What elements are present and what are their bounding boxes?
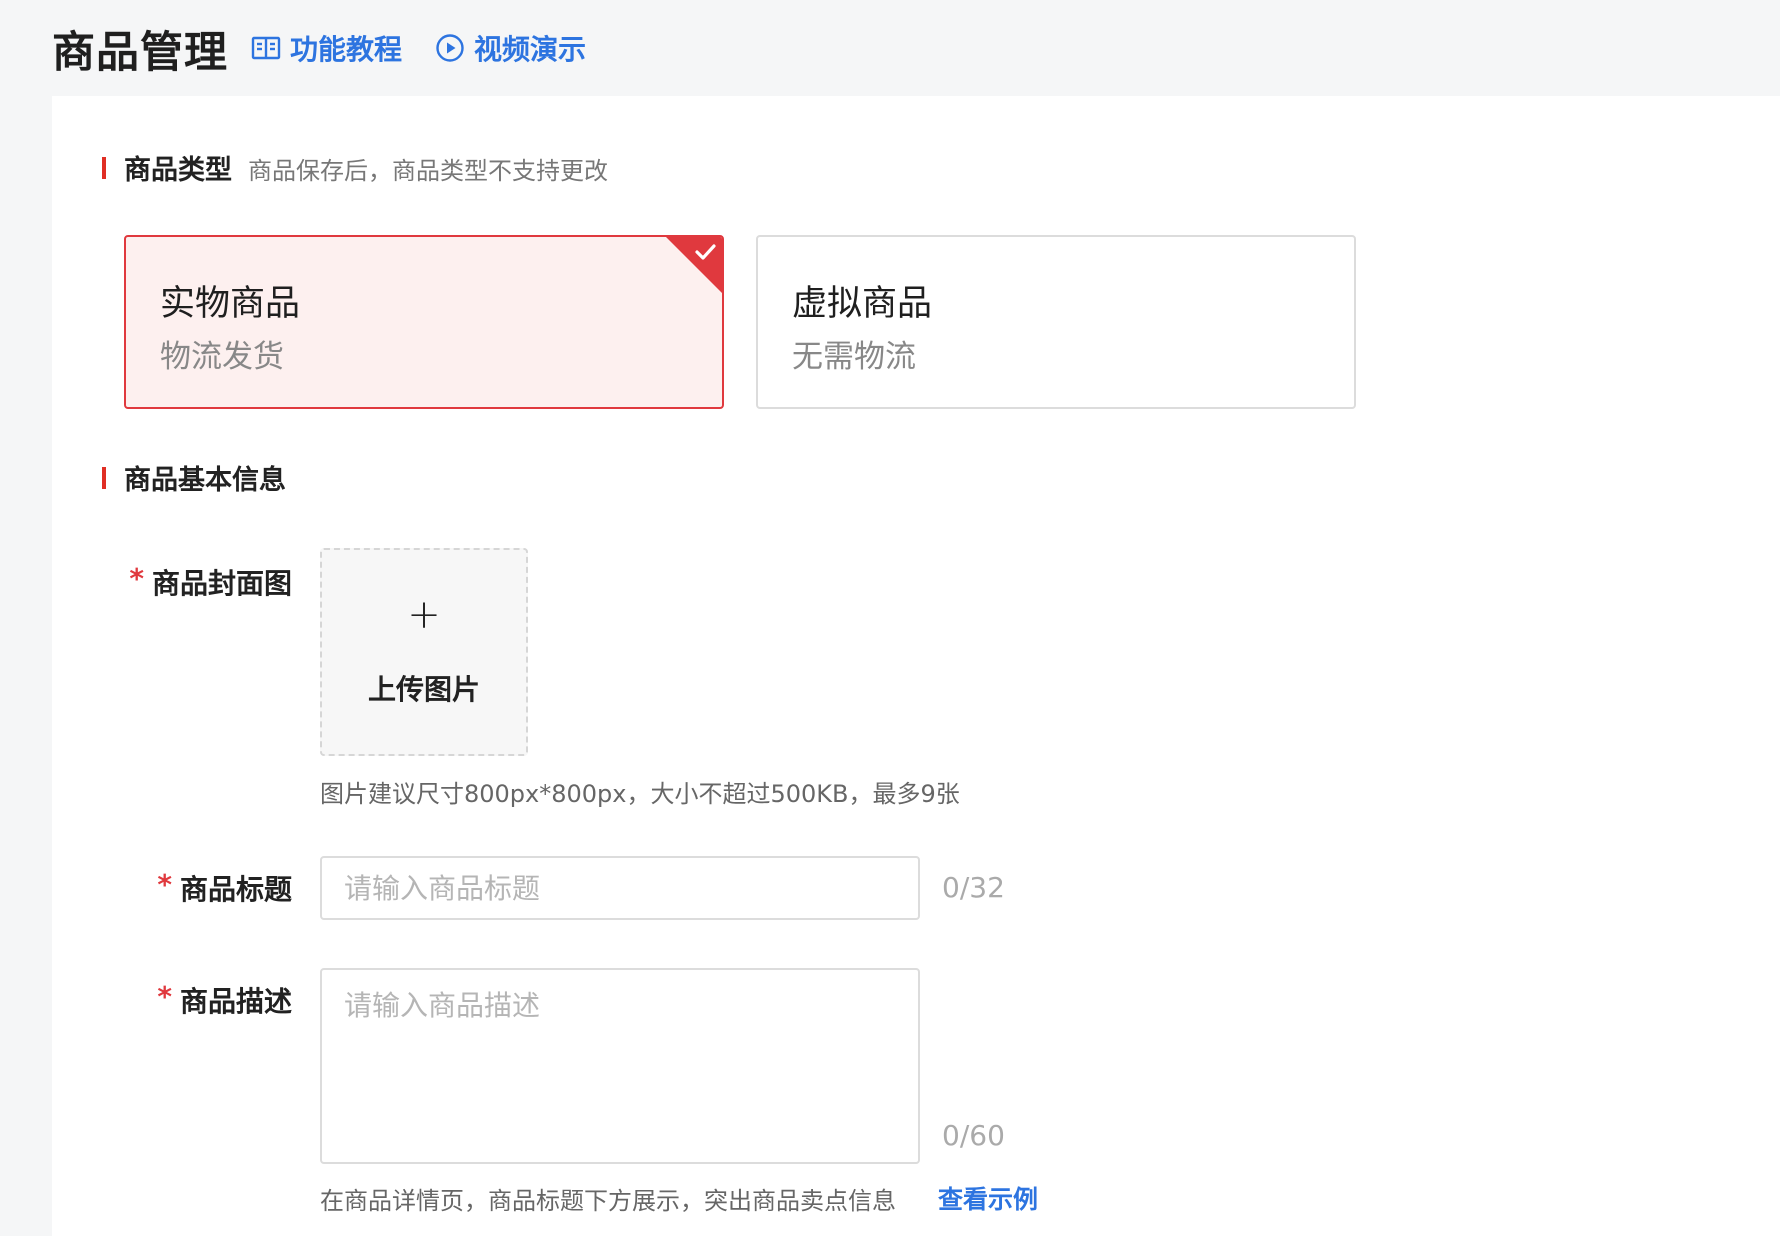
required-mark: * bbox=[157, 980, 172, 1013]
plus-icon: + bbox=[407, 592, 441, 638]
top-bar: 商品管理 功能教程 视频演示 bbox=[0, 0, 1780, 96]
section-basic-info: 商品基本信息 bbox=[102, 458, 286, 497]
required-mark: * bbox=[157, 868, 172, 901]
tutorial-label: 功能教程 bbox=[290, 33, 403, 66]
view-example-link[interactable]: 查看示例 bbox=[938, 1180, 1038, 1216]
play-circle-icon bbox=[436, 34, 464, 62]
form-card: 商品类型 商品保存后，商品类型不支持更改 实物商品 物流发货 虚拟商品 无需物流… bbox=[52, 96, 1780, 1236]
video-demo-label: 视频演示 bbox=[474, 33, 587, 66]
title-label-text: 商品标题 bbox=[179, 873, 292, 906]
section-marker bbox=[102, 156, 106, 179]
upload-hint: 图片建议尺寸800px*800px，大小不超过500KB，最多9张 bbox=[320, 780, 960, 808]
upload-image-button[interactable]: + 上传图片 bbox=[320, 548, 528, 756]
video-demo-link[interactable]: 视频演示 bbox=[434, 28, 586, 68]
type-option-desc: 无需物流 bbox=[792, 339, 916, 375]
required-mark: * bbox=[129, 562, 144, 595]
section-product-type: 商品类型 商品保存后，商品类型不支持更改 bbox=[102, 148, 608, 187]
page-title: 商品管理 bbox=[52, 28, 228, 78]
type-option-desc: 物流发货 bbox=[160, 339, 284, 375]
section-title: 商品基本信息 bbox=[124, 465, 286, 496]
type-option-virtual[interactable]: 虚拟商品 无需物流 bbox=[756, 235, 1356, 409]
type-option-name: 实物商品 bbox=[160, 284, 301, 324]
product-desc-label: * 商品描述 bbox=[52, 980, 292, 1020]
product-title-input[interactable] bbox=[320, 856, 920, 920]
desc-char-counter: 0/60 bbox=[942, 1119, 1005, 1152]
product-title-label: * 商品标题 bbox=[52, 868, 292, 908]
section-note: 商品保存后，商品类型不支持更改 bbox=[248, 157, 608, 185]
section-marker bbox=[102, 466, 106, 489]
cover-image-label: * 商品封面图 bbox=[52, 562, 292, 602]
product-desc-textarea[interactable] bbox=[320, 968, 920, 1164]
desc-hint: 在商品详情页，商品标题下方展示，突出商品卖点信息 bbox=[320, 1187, 896, 1215]
book-icon bbox=[251, 36, 281, 60]
check-icon bbox=[695, 244, 716, 260]
type-option-physical[interactable]: 实物商品 物流发货 bbox=[124, 235, 724, 409]
section-title: 商品类型 bbox=[124, 155, 232, 186]
title-char-counter: 0/32 bbox=[942, 871, 1005, 904]
tutorial-link[interactable]: 功能教程 bbox=[250, 28, 402, 68]
cover-label-text: 商品封面图 bbox=[151, 567, 292, 600]
desc-label-text: 商品描述 bbox=[179, 985, 292, 1018]
type-option-name: 虚拟商品 bbox=[792, 284, 933, 324]
upload-label: 上传图片 bbox=[367, 673, 480, 706]
